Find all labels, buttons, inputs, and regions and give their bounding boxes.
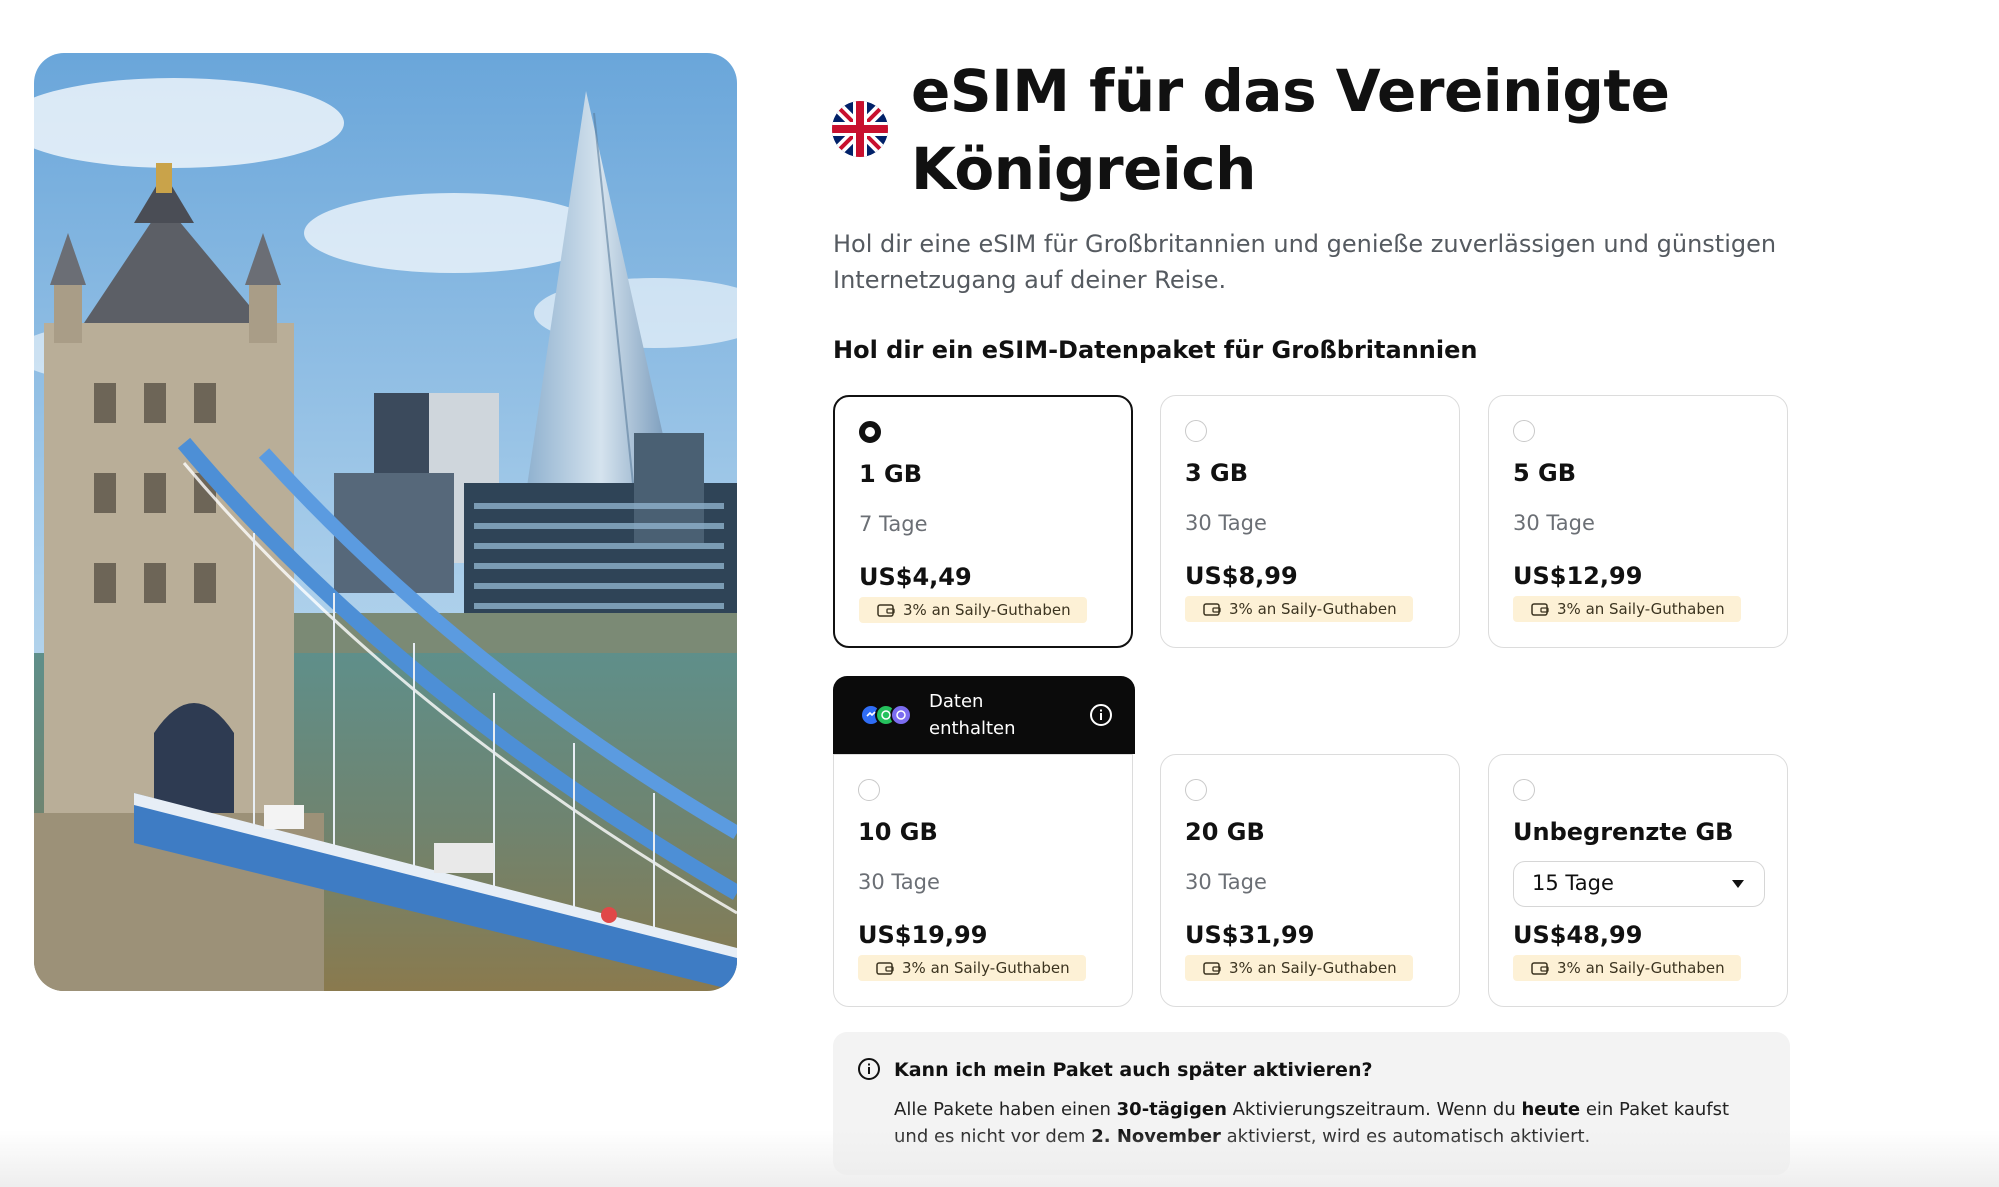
info-icon (858, 1058, 880, 1080)
faq-answer-bold: 2. November (1091, 1126, 1221, 1147)
plan-price: US$8,99 (1185, 562, 1298, 590)
plan-data-amount: 20 GB (1185, 818, 1265, 846)
plan-radio[interactable] (1513, 779, 1535, 801)
plan-radio[interactable] (1185, 779, 1207, 801)
duration-select[interactable]: 15 Tage (1513, 861, 1765, 907)
cashback-badge: 3% an Saily-Guthaben (858, 955, 1086, 981)
plan-radio[interactable] (858, 779, 880, 801)
cashback-badge: 3% an Saily-Guthaben (1185, 955, 1413, 981)
plan-duration: 30 Tage (1513, 511, 1595, 535)
uk-flag-icon (832, 101, 888, 157)
plan-price: US$12,99 (1513, 562, 1643, 590)
page-title: eSIM für das Vereinigte Königreich (911, 57, 1670, 203)
plan-card-1gb[interactable]: 1 GB 7 Tage US$4,49 3% an Saily-Guthaben (833, 395, 1133, 648)
plan-card-5gb[interactable]: 5 GB 30 Tage US$12,99 3% an Saily-Guthab… (1488, 395, 1788, 648)
cashback-badge: 3% an Saily-Guthaben (1185, 596, 1413, 622)
wallet-icon (876, 962, 894, 975)
banner-text-line1: Daten (929, 691, 984, 712)
wallet-icon (1531, 962, 1549, 975)
cashback-label: 3% an Saily-Guthaben (1557, 600, 1725, 618)
plan-data-amount: 10 GB (858, 818, 938, 846)
plan-data-amount: 5 GB (1513, 459, 1577, 487)
data-included-banner: Daten enthalten (833, 676, 1135, 754)
cashback-label: 3% an Saily-Guthaben (902, 959, 1070, 977)
plan-radio[interactable] (1185, 420, 1207, 442)
plan-card-10gb[interactable]: 10 GB 30 Tage US$19,99 3% an Saily-Gutha… (833, 754, 1133, 1007)
cashback-badge: 3% an Saily-Guthaben (1513, 596, 1741, 622)
plan-card-20gb[interactable]: 20 GB 30 Tage US$31,99 3% an Saily-Gutha… (1160, 754, 1460, 1007)
page-subtitle: Hol dir eine eSIM für Großbritannien und… (833, 230, 1777, 294)
duration-select-value: 15 Tage (1532, 871, 1614, 895)
plan-data-amount: 3 GB (1185, 459, 1249, 487)
wallet-icon (877, 604, 895, 617)
tower-bridge-london-photo (34, 53, 737, 991)
faq-question: Kann ich mein Paket auch später aktivier… (894, 1059, 1373, 1081)
plan-data-amount: 1 GB (859, 460, 923, 488)
plan-duration: 30 Tage (858, 870, 940, 894)
plan-price: US$19,99 (858, 921, 988, 949)
activation-info-box: Kann ich mein Paket auch später aktivier… (833, 1032, 1790, 1175)
plan-price: US$4,49 (859, 563, 972, 591)
cashback-badge: 3% an Saily-Guthaben (1513, 955, 1741, 981)
plans-heading: Hol dir ein eSIM-Datenpaket für Großbrit… (833, 336, 1478, 364)
cashback-label: 3% an Saily-Guthaben (1229, 600, 1397, 618)
faq-answer-bold: 30-tägigen (1116, 1099, 1227, 1120)
plan-radio[interactable] (1513, 420, 1535, 442)
plan-card-unlimited[interactable]: Unbegrenzte GB 15 Tage US$48,99 3% an Sa… (1488, 754, 1788, 1007)
faq-answer-bold: heute (1521, 1099, 1581, 1120)
wallet-icon (1203, 603, 1221, 616)
cashback-label: 3% an Saily-Guthaben (903, 601, 1071, 619)
plan-radio[interactable] (859, 421, 881, 443)
plan-price: US$31,99 (1185, 921, 1315, 949)
faq-answer-text: aktivierst, wird es automatisch aktivier… (1220, 1126, 1591, 1147)
banner-text-line2: enthalten (929, 718, 1016, 739)
wallet-icon (1203, 962, 1221, 975)
info-icon[interactable] (1089, 703, 1113, 727)
faq-answer-text: Aktivierungszeitraum. Wenn du (1226, 1099, 1522, 1120)
cashback-label: 3% an Saily-Guthaben (1557, 959, 1725, 977)
plan-price: US$48,99 (1513, 921, 1643, 949)
cashback-label: 3% an Saily-Guthaben (1229, 959, 1397, 977)
faq-answer: Alle Pakete haben einen 30-tägigen Aktiv… (894, 1096, 1754, 1150)
wallet-icon (1531, 603, 1549, 616)
plan-card-3gb[interactable]: 3 GB 30 Tage US$8,99 3% an Saily-Guthabe… (1160, 395, 1460, 648)
caret-down-icon (1732, 880, 1744, 888)
cashback-badge: 3% an Saily-Guthaben (859, 597, 1087, 623)
faq-answer-text: Alle Pakete haben einen (894, 1099, 1117, 1120)
plan-duration: 30 Tage (1185, 870, 1267, 894)
plan-duration: 7 Tage (859, 512, 928, 536)
plan-data-amount: Unbegrenzte GB (1513, 818, 1734, 846)
plan-duration: 30 Tage (1185, 511, 1267, 535)
messaging-apps-icon (860, 704, 912, 726)
